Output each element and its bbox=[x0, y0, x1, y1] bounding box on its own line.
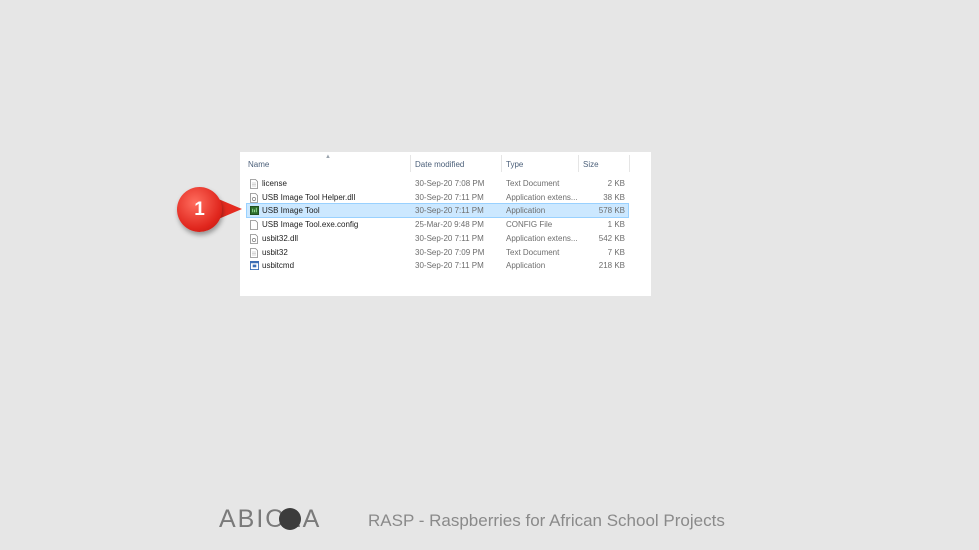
sort-ascending-icon: ▲ bbox=[325, 154, 331, 160]
globe-logo-icon bbox=[279, 508, 301, 530]
file-name: usbit32.dll bbox=[262, 233, 299, 243]
file-name: USB Image Tool Helper.dll bbox=[262, 192, 356, 202]
file-size: 1 KB bbox=[607, 220, 625, 230]
column-divider[interactable] bbox=[501, 155, 502, 172]
dll-file-icon bbox=[250, 192, 258, 203]
column-header-date-modified[interactable]: Date modified bbox=[415, 160, 464, 169]
abiola-logo: ABIOLA bbox=[219, 505, 322, 533]
file-size: 2 KB bbox=[607, 179, 625, 188]
column-divider[interactable] bbox=[578, 155, 579, 172]
column-divider[interactable] bbox=[629, 155, 630, 172]
file-name: USB Image Tool bbox=[262, 206, 320, 216]
file-row[interactable]: usbit32 30-Sep-20 7:09 PM Text Document 7 K… bbox=[247, 246, 628, 259]
file-row[interactable]: license 30-Sep-20 7:08 PM Text Document 2 K… bbox=[247, 177, 628, 190]
column-divider[interactable] bbox=[410, 155, 411, 172]
text-file-icon bbox=[250, 179, 258, 189]
file-size: 542 KB bbox=[598, 233, 625, 243]
file-size: 218 KB bbox=[598, 261, 625, 271]
file-type: Text Document bbox=[506, 179, 560, 188]
file-type: Application bbox=[506, 206, 546, 216]
file-row[interactable]: USB Image Tool 30-Sep-20 7:11 PM Applicati… bbox=[246, 203, 629, 219]
file-name: usbitcmd bbox=[262, 261, 295, 271]
file-row[interactable]: usbitcmd 30-Sep-20 7:11 PM Application 218 … bbox=[247, 259, 628, 272]
file-name: usbit32 bbox=[262, 247, 288, 257]
usb-image-tool-app-icon bbox=[250, 206, 259, 216]
file-size: 7 KB bbox=[607, 247, 625, 257]
file-row[interactable]: USB Image Tool.exe.config 25-Mar-20 9:48 … bbox=[247, 218, 628, 231]
file-date-modified: 30-Sep-20 7:08 PM bbox=[415, 179, 485, 188]
text-file-icon bbox=[250, 247, 258, 258]
file-name: license bbox=[262, 179, 287, 188]
file-size: 578 KB bbox=[598, 206, 625, 216]
file-row[interactable]: usbit32.dll 30-Sep-20 7:11 PM Application … bbox=[247, 232, 628, 245]
file-date-modified: 30-Sep-20 7:11 PM bbox=[415, 233, 484, 243]
file-type: Text Document bbox=[506, 247, 560, 257]
file-type: Application extens... bbox=[506, 233, 578, 243]
file-date-modified: 25-Mar-20 9:48 PM bbox=[415, 220, 484, 230]
file-date-modified: 30-Sep-20 7:11 PM bbox=[415, 206, 484, 216]
file-date-modified: 30-Sep-20 7:11 PM bbox=[415, 261, 484, 271]
footer-branding: ABIOLA RASP - Raspberries for African Sc… bbox=[219, 505, 779, 535]
console-app-icon bbox=[250, 261, 259, 271]
config-file-icon bbox=[250, 220, 258, 230]
file-date-modified: 30-Sep-20 7:09 PM bbox=[415, 247, 485, 257]
dll-file-icon bbox=[250, 233, 258, 244]
column-header-type[interactable]: Type bbox=[506, 160, 523, 169]
file-size: 38 KB bbox=[603, 192, 625, 202]
column-header-name[interactable]: Name bbox=[248, 160, 269, 169]
file-date-modified: 30-Sep-20 7:11 PM bbox=[415, 192, 484, 202]
file-explorer-panel: ▲ Name Date modified Type Size license 30… bbox=[240, 152, 651, 296]
step-number: 1 bbox=[194, 198, 205, 220]
file-row[interactable]: USB Image Tool Helper.dll 30-Sep-20 7:11 … bbox=[247, 191, 628, 204]
column-header-bar: ▲ Name Date modified Type Size bbox=[240, 152, 651, 174]
file-type: CONFIG File bbox=[506, 220, 553, 230]
column-header-size[interactable]: Size bbox=[583, 160, 599, 169]
file-type: Application bbox=[506, 261, 546, 271]
file-type: Application extens... bbox=[506, 192, 578, 202]
step-callout-badge: 1 bbox=[177, 187, 222, 232]
file-name: USB Image Tool.exe.config bbox=[262, 220, 359, 230]
footer-tagline: RASP - Raspberries for African School Pr… bbox=[368, 511, 725, 530]
